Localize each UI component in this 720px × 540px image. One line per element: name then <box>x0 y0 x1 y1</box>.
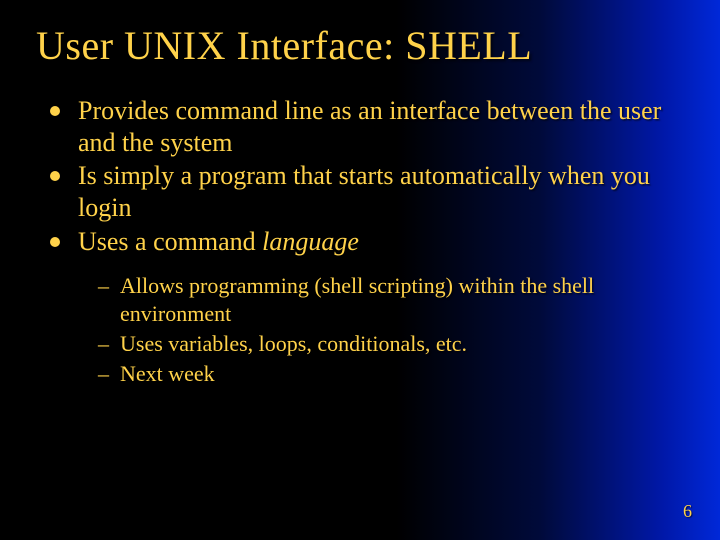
sub-bullet-list: Allows programming (shell scripting) wit… <box>36 272 684 389</box>
bullet-text-italic: language <box>262 227 359 256</box>
bullet-text: Provides command line as an interface be… <box>78 96 661 157</box>
bullet-list: Provides command line as an interface be… <box>36 95 684 258</box>
page-number: 6 <box>683 501 692 522</box>
sub-bullet-item: Next week <box>98 360 684 388</box>
sub-bullet-text: Uses variables, loops, conditionals, etc… <box>120 331 467 356</box>
sub-bullet-item: Uses variables, loops, conditionals, etc… <box>98 330 684 358</box>
bullet-text: Is simply a program that starts automati… <box>78 161 650 222</box>
sub-bullet-text: Allows programming (shell scripting) wit… <box>120 273 594 326</box>
slide: User UNIX Interface: SHELL Provides comm… <box>0 0 720 540</box>
bullet-item: Provides command line as an interface be… <box>50 95 684 158</box>
sub-bullet-text: Next week <box>120 361 215 386</box>
sub-bullet-item: Allows programming (shell scripting) wit… <box>98 272 684 328</box>
bullet-item: Uses a command language <box>50 226 684 258</box>
bullet-text: Uses a command <box>78 227 262 256</box>
slide-title: User UNIX Interface: SHELL <box>36 22 684 69</box>
bullet-item: Is simply a program that starts automati… <box>50 160 684 223</box>
